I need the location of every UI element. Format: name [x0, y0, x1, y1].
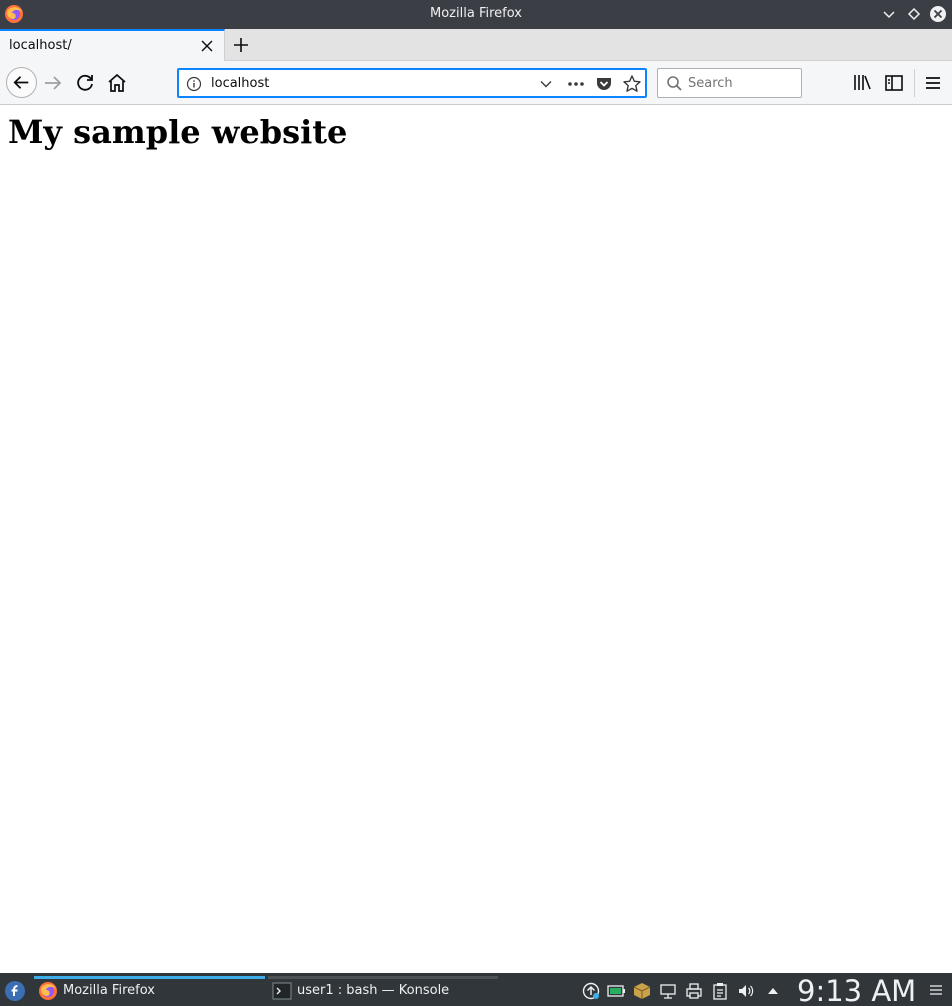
system-taskbar: Mozilla Firefox user1 : bash — Konsole 9…: [0, 973, 952, 1006]
task-label: user1 : bash — Konsole: [297, 983, 450, 998]
volume-icon[interactable]: [737, 982, 755, 1000]
search-input[interactable]: [688, 74, 796, 92]
search-bar[interactable]: [657, 68, 802, 98]
back-button[interactable]: [6, 67, 37, 98]
task-active-indicator: [34, 976, 265, 979]
navigation-toolbar: localhost: [0, 61, 952, 105]
url-text[interactable]: localhost: [211, 76, 269, 91]
page-heading: My sample website: [8, 113, 348, 151]
search-icon: [667, 76, 682, 91]
window-titlebar: Mozilla Firefox: [0, 0, 952, 29]
reload-icon[interactable]: [73, 71, 97, 95]
clipboard-icon[interactable]: [711, 982, 729, 1000]
pocket-icon[interactable]: [595, 75, 613, 93]
network-icon[interactable]: [659, 982, 677, 1000]
package-icon[interactable]: [633, 982, 651, 1000]
new-tab-icon[interactable]: [230, 34, 252, 56]
tab-localhost[interactable]: localhost/: [0, 29, 225, 61]
updates-icon[interactable]: [582, 982, 600, 1000]
bookmark-star-icon[interactable]: [622, 74, 642, 94]
hamburger-menu-icon[interactable]: [921, 71, 945, 95]
sidebar-icon[interactable]: [882, 71, 906, 95]
terminal-icon: [272, 982, 292, 1000]
tab-strip: localhost/: [0, 29, 952, 61]
firefox-icon: [39, 982, 57, 1000]
task-label: Mozilla Firefox: [63, 983, 155, 998]
page-content: My sample website: [0, 105, 952, 973]
forward-arrow-icon[interactable]: [41, 71, 65, 95]
battery-icon[interactable]: [607, 982, 625, 1000]
panel-menu-icon[interactable]: [929, 983, 943, 997]
close-tab-icon[interactable]: [200, 39, 214, 53]
printer-icon[interactable]: [685, 982, 703, 1000]
fedora-launcher-icon[interactable]: [4, 980, 26, 1002]
clock[interactable]: 9:13 AM: [797, 974, 916, 1006]
tab-label: localhost/: [9, 38, 72, 53]
expand-tray-icon[interactable]: [764, 982, 782, 1000]
task-indicator: [268, 976, 498, 979]
home-icon[interactable]: [105, 71, 129, 95]
site-info-icon[interactable]: [186, 76, 202, 92]
window-title: Mozilla Firefox: [430, 6, 522, 21]
task-firefox[interactable]: Mozilla Firefox: [34, 973, 265, 1006]
url-dropdown-icon[interactable]: [539, 77, 553, 91]
back-arrow-icon: [13, 76, 29, 89]
minimize-icon[interactable]: [880, 5, 898, 23]
url-bar[interactable]: localhost: [177, 68, 647, 98]
library-icon[interactable]: [850, 71, 874, 95]
maximize-icon[interactable]: [905, 5, 923, 23]
close-window-icon[interactable]: [929, 5, 947, 23]
task-konsole[interactable]: user1 : bash — Konsole: [268, 973, 498, 1006]
toolbar-separator: [914, 69, 915, 97]
page-actions-icon[interactable]: [566, 75, 586, 93]
